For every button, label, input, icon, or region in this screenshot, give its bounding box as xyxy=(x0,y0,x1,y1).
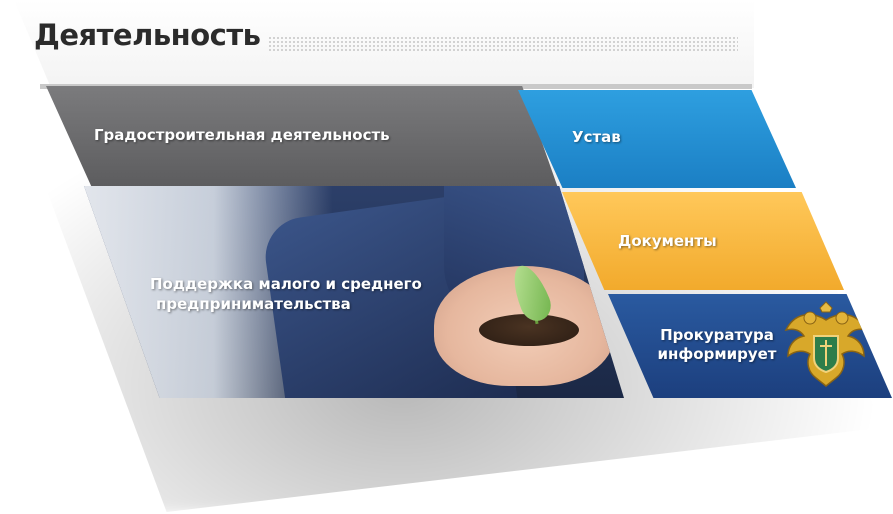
tile-urban-planning[interactable]: Градостроительная деятельность xyxy=(46,86,558,188)
tile-documents[interactable]: Документы xyxy=(562,192,844,290)
tile-prosecutor-label: Прокуратура информирует xyxy=(652,326,782,364)
tile-sme-label-line1: Поддержка малого и среднего xyxy=(150,275,422,293)
double-headed-eagle-emblem-icon xyxy=(784,301,868,387)
tile-prosecutor-label-line2: информирует xyxy=(657,345,777,363)
tile-prosecutor-label-line1: Прокуратура xyxy=(660,326,774,344)
tile-sme-support-label: Поддержка малого и среднего предпринимат… xyxy=(150,274,450,314)
tile-sme-support[interactable]: Поддержка малого и среднего предпринимат… xyxy=(84,186,624,398)
page-title: Деятельность xyxy=(34,18,261,52)
title-dotted-decoration xyxy=(268,36,738,52)
tile-charter-label: Устав xyxy=(572,128,621,146)
tile-charter[interactable]: Устав xyxy=(518,90,796,188)
tile-urban-planning-label: Градостроительная деятельность xyxy=(94,126,390,144)
tile-sme-label-line2: предпринимательства xyxy=(156,295,351,313)
tile-documents-label: Документы xyxy=(618,232,717,250)
tile-prosecutor-informs[interactable]: Прокуратура информирует xyxy=(608,294,892,398)
